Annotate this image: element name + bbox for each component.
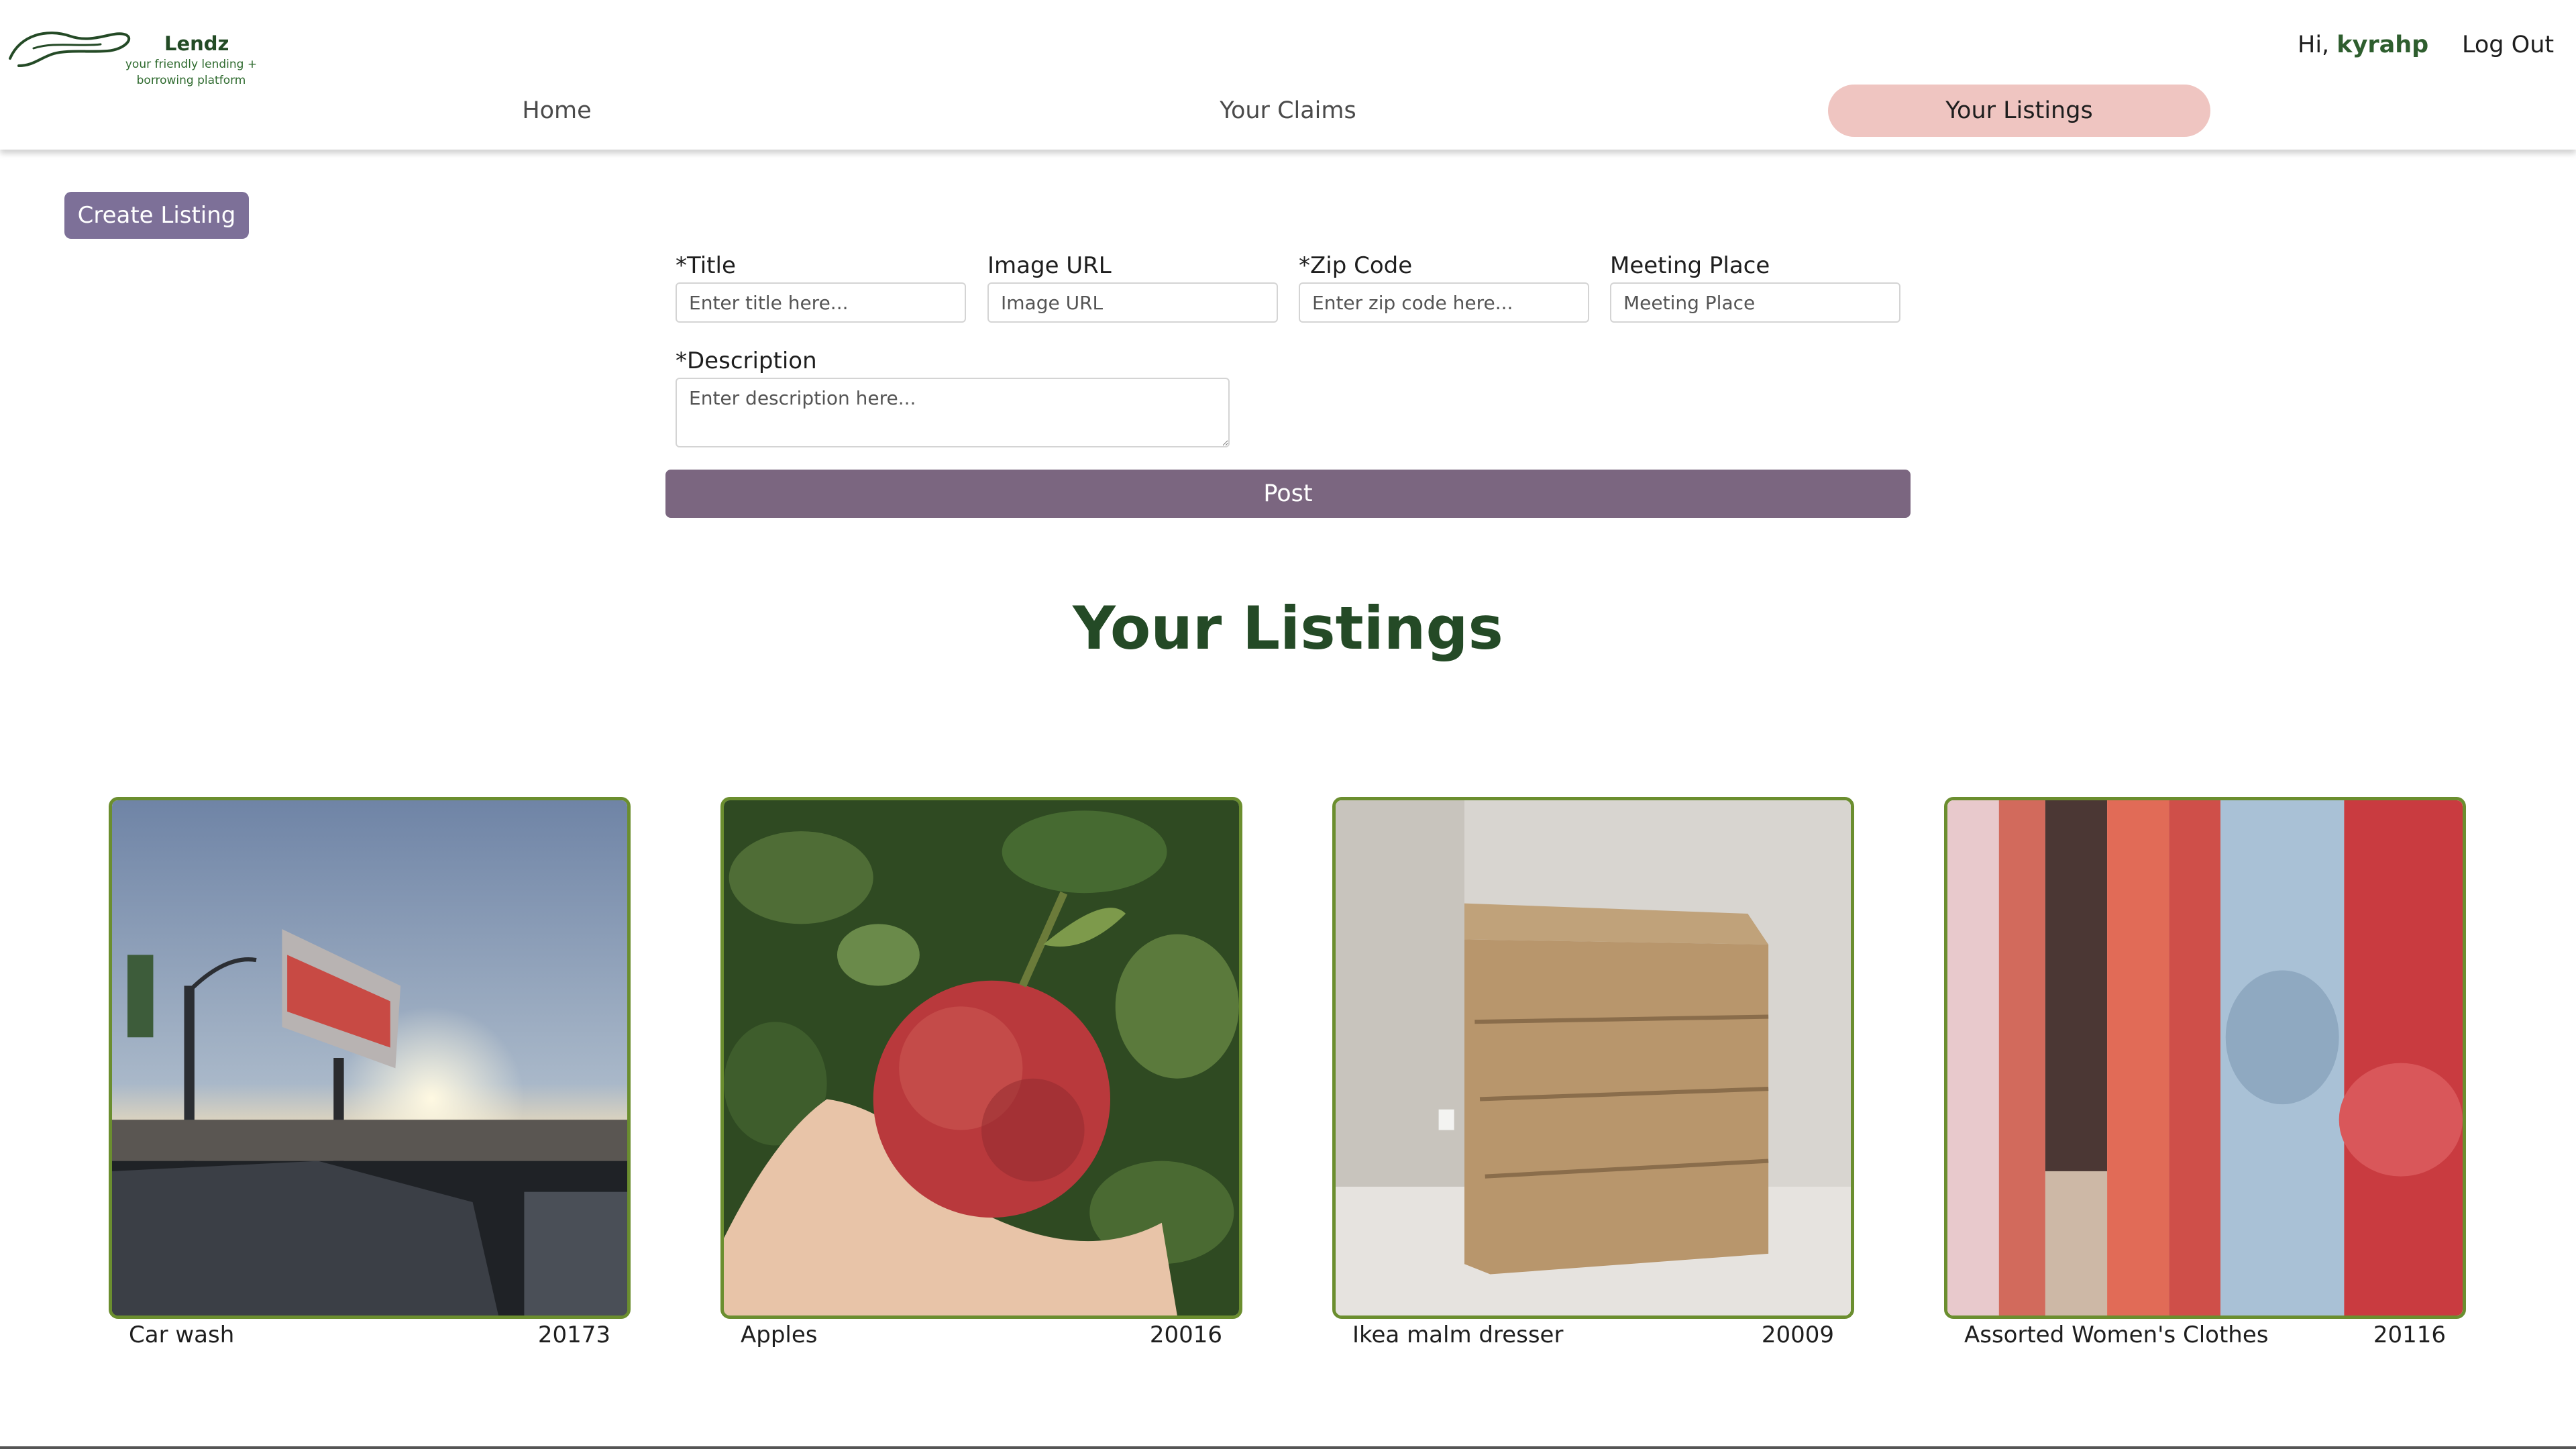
tagline-line-2: borrowing platform — [136, 74, 246, 87]
listing-title: Assorted Women's Clothes — [1964, 1322, 2269, 1348]
image-url-label: Image URL — [987, 252, 1112, 279]
lendz-logo[interactable]: Lendz your friendly lending + borrowing … — [7, 12, 275, 89]
listing-title: Apples — [741, 1322, 818, 1348]
listing-card[interactable]: Assorted Women's Clothes 20116 — [1944, 797, 2466, 1354]
nav-tab-your-listings[interactable]: Your Listings — [1828, 85, 2210, 137]
your-listings-heading: Your Listings — [1073, 594, 1503, 663]
image-url-input[interactable] — [987, 282, 1278, 323]
clothes-photo — [1944, 797, 2466, 1319]
listing-card[interactable]: Apples 20016 — [720, 797, 1242, 1354]
nav-tab-your-claims[interactable]: Your Claims — [1174, 85, 1402, 137]
tagline-line-1: your friendly lending + — [125, 58, 258, 71]
brand-tagline: your friendly lending + borrowing platfo… — [114, 56, 268, 89]
zip-code-input[interactable] — [1299, 282, 1589, 323]
listing-zip: 20016 — [1149, 1322, 1222, 1348]
page-bottom-divider — [0, 1446, 2576, 1449]
meeting-place-input[interactable] — [1610, 282, 1900, 323]
listing-zip: 20173 — [537, 1322, 610, 1348]
listing-zip: 20116 — [2373, 1322, 2446, 1348]
nav-tab-home[interactable]: Home — [443, 85, 671, 137]
title-label: *Title — [676, 252, 736, 279]
description-label: *Description — [676, 347, 817, 374]
greeting-text: Hi, — [2298, 32, 2337, 58]
description-textarea[interactable] — [676, 378, 1230, 447]
meeting-place-label: Meeting Place — [1610, 252, 1770, 279]
listing-card[interactable]: Ikea malm dresser 20009 — [1332, 797, 1854, 1354]
post-button[interactable]: Post — [665, 470, 1911, 518]
listing-card[interactable]: Car wash 20173 — [109, 797, 631, 1354]
logout-button[interactable]: Log Out — [2462, 32, 2554, 58]
zip-code-label: *Zip Code — [1299, 252, 1413, 279]
top-header: Lendz your friendly lending + borrowing … — [0, 0, 2576, 150]
listing-title: Ikea malm dresser — [1352, 1322, 1564, 1348]
username: kyrahp — [2337, 32, 2429, 58]
title-input[interactable] — [676, 282, 966, 323]
car-wash-photo — [109, 797, 631, 1319]
brand-name: Lendz — [164, 32, 229, 55]
listing-zip: 20009 — [1761, 1322, 1834, 1348]
create-listing-button[interactable]: Create Listing — [64, 192, 249, 239]
dresser-photo — [1332, 797, 1854, 1319]
listing-title: Car wash — [129, 1322, 235, 1348]
user-greeting: Hi, kyrahp — [2298, 32, 2428, 58]
apple-photo — [720, 797, 1242, 1319]
